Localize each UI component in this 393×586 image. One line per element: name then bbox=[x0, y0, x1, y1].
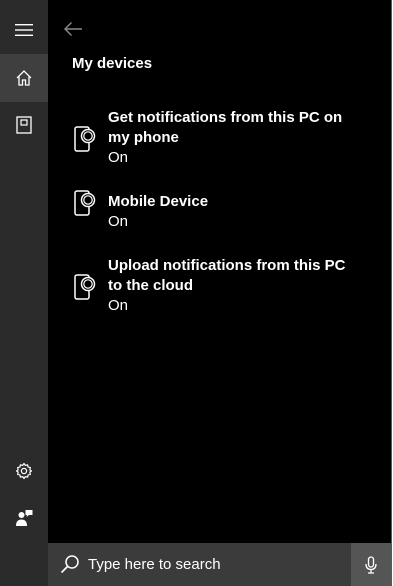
search-bar[interactable] bbox=[48, 543, 391, 586]
home-button[interactable] bbox=[0, 54, 48, 102]
device-name: Mobile Device bbox=[108, 193, 209, 210]
feedback-icon bbox=[16, 510, 33, 526]
microphone-icon bbox=[365, 555, 377, 574]
phone-device-icon bbox=[72, 188, 108, 223]
cortana-window: My devices Get notifications from this P… bbox=[0, 0, 392, 586]
device-status: On bbox=[108, 213, 129, 230]
device-name: Get notifications from this PC on my pho… bbox=[108, 109, 343, 146]
device-status: On bbox=[108, 149, 129, 166]
menu-button[interactable] bbox=[0, 6, 48, 54]
phone-device-icon bbox=[72, 272, 108, 307]
device-status: On bbox=[108, 297, 129, 314]
nav-rail bbox=[0, 0, 48, 586]
home-icon bbox=[16, 70, 32, 86]
device-item-notifications-to-phone[interactable]: Get notifications from this PC on my pho… bbox=[48, 108, 391, 192]
device-name: Upload notifications from this PC to the… bbox=[108, 257, 346, 294]
feedback-button[interactable] bbox=[0, 494, 48, 542]
hamburger-menu-icon bbox=[15, 24, 33, 36]
back-arrow-icon bbox=[64, 22, 82, 36]
device-item-upload-to-cloud[interactable]: Upload notifications from this PC to the… bbox=[48, 256, 391, 340]
gear-icon bbox=[15, 462, 33, 480]
settings-button[interactable] bbox=[0, 447, 48, 495]
microphone-button[interactable] bbox=[351, 543, 391, 586]
device-list: Get notifications from this PC on my pho… bbox=[48, 108, 391, 340]
page-title: My devices bbox=[72, 55, 153, 72]
notebook-icon bbox=[16, 116, 32, 134]
phone-device-icon bbox=[72, 124, 108, 159]
main-panel: My devices Get notifications from this P… bbox=[48, 0, 391, 543]
notebook-button[interactable] bbox=[0, 101, 48, 149]
device-item-mobile-device[interactable]: Mobile Device On bbox=[48, 190, 391, 256]
back-button[interactable] bbox=[58, 14, 88, 44]
search-icon bbox=[60, 554, 80, 574]
search-input[interactable] bbox=[88, 554, 338, 574]
